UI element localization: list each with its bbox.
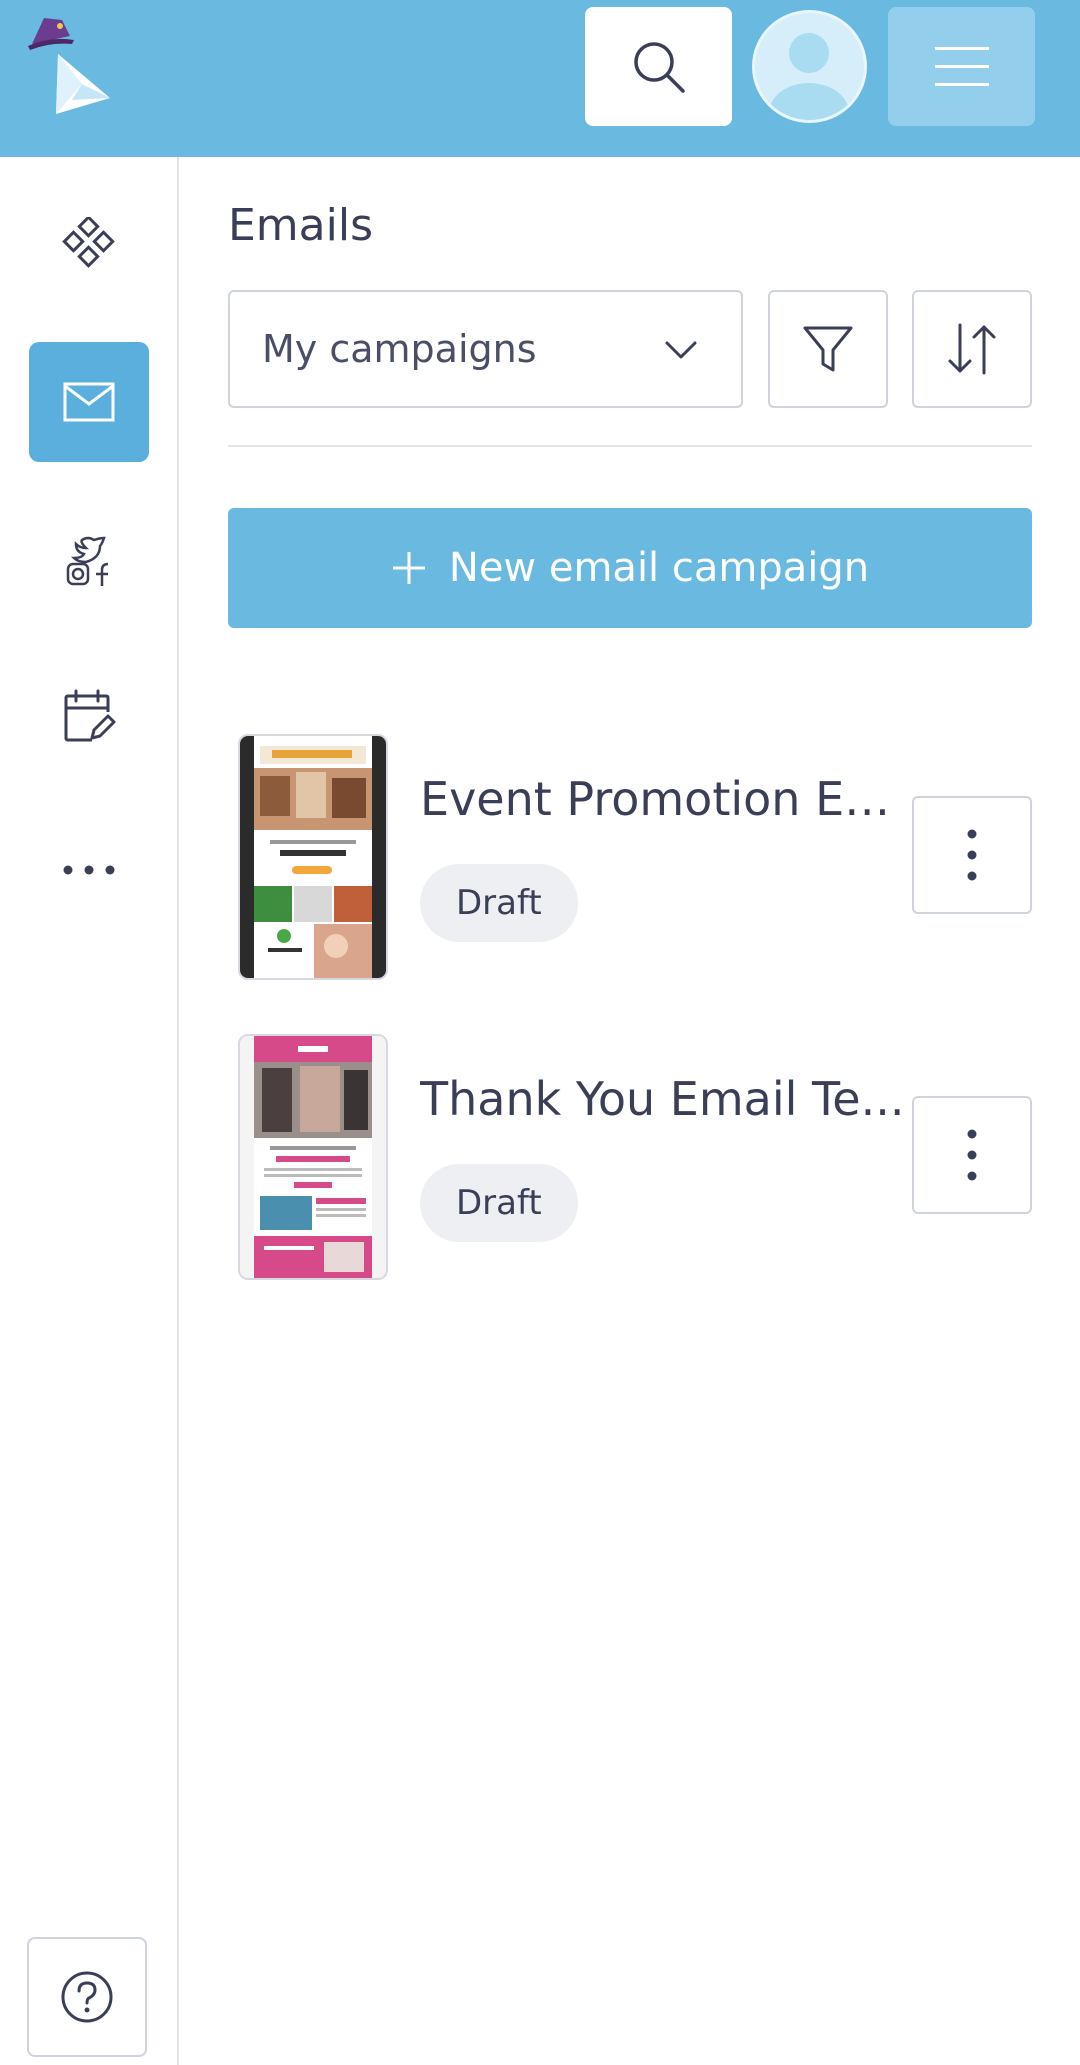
campaign-thumbnail[interactable] (238, 734, 388, 980)
help-button[interactable] (27, 1937, 147, 2057)
campaign-options-button[interactable] (912, 796, 1032, 914)
new-email-campaign-button[interactable]: New email campaign (228, 508, 1032, 628)
page-title: Emails (228, 200, 373, 251)
sidebar-item-social[interactable] (29, 501, 149, 621)
sidebar-item-emails[interactable] (29, 342, 149, 462)
status-badge: Draft (420, 864, 578, 942)
sort-icon (948, 323, 996, 375)
envelope-icon (63, 382, 115, 422)
status-badge: Draft (420, 1164, 578, 1242)
campaign-filter-select[interactable]: My campaigns (228, 290, 743, 408)
more-vertical-icon (967, 1129, 977, 1181)
menu-button[interactable] (888, 7, 1035, 126)
sidebar (0, 157, 179, 2065)
search-icon (633, 41, 685, 93)
sort-button[interactable] (912, 290, 1032, 408)
avatar[interactable] (752, 10, 867, 123)
campaign-list-item[interactable]: Thank You Email Te... Draft (228, 1034, 1032, 1284)
social-media-icon (66, 536, 109, 586)
search-button[interactable] (585, 7, 732, 126)
campaign-options-button[interactable] (912, 1096, 1032, 1214)
sidebar-item-more[interactable] (29, 810, 149, 930)
more-horizontal-icon (63, 865, 115, 875)
sidebar-item-dashboard[interactable] (29, 184, 149, 304)
calendar-edit-icon (64, 689, 116, 742)
hamburger-menu-icon (934, 46, 989, 86)
campaign-title[interactable]: Thank You Email Te... (420, 1072, 920, 1126)
new-email-campaign-label: New email campaign (448, 545, 870, 591)
sidebar-item-calendar[interactable] (29, 656, 149, 776)
filter-icon (803, 326, 853, 372)
campaign-thumbnail[interactable] (238, 1034, 388, 1280)
help-icon (61, 1971, 113, 2023)
grid-diamonds-icon (62, 217, 115, 268)
campaign-list-item[interactable]: Event Promotion Em... Draft (228, 734, 1032, 984)
chevron-down-icon (665, 341, 697, 359)
filter-button[interactable] (768, 290, 888, 408)
more-vertical-icon (967, 829, 977, 881)
top-bar (0, 0, 1080, 157)
plus-icon (392, 552, 425, 584)
user-avatar-icon (769, 33, 849, 120)
campaign-filter-value: My campaigns (262, 327, 537, 371)
divider (228, 445, 1032, 447)
campaign-title[interactable]: Event Promotion Em... (420, 772, 920, 826)
app-logo-icon[interactable] (22, 14, 122, 124)
